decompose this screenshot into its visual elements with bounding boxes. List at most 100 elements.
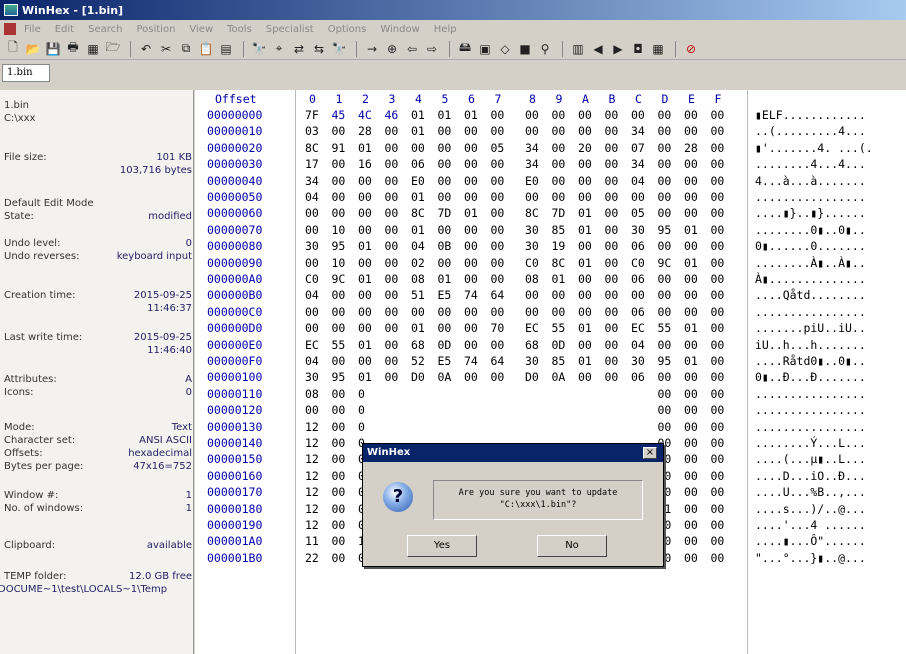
text-cell[interactable]: ....(...µ▮..L...	[755, 452, 866, 466]
text-cell[interactable]: ....▮...Ô"......	[755, 534, 866, 548]
hex-byte[interactable]: 12	[305, 502, 323, 516]
hex-byte[interactable]: 51	[411, 288, 429, 302]
hex-byte[interactable]: 00	[464, 370, 482, 384]
hex-byte[interactable]: 00	[711, 551, 729, 565]
hex-byte[interactable]: 01	[358, 338, 376, 352]
hex-byte[interactable]: 00	[605, 141, 623, 155]
hex-byte[interactable]: 06	[411, 157, 429, 171]
hex-byte[interactable]: 00	[464, 157, 482, 171]
text-cell[interactable]: ....Qåtd........	[755, 288, 866, 302]
hex-byte[interactable]: 00	[605, 190, 623, 204]
hex-byte[interactable]: 06	[631, 272, 649, 286]
hex-byte[interactable]: 00	[684, 420, 702, 434]
hex-row[interactable]: 00000100 30 95 01 00 D0 0A 00 00 D0 0A 00 00 06 00 00 00…	[195, 370, 906, 386]
hex-byte[interactable]: 00	[385, 206, 403, 220]
hex-byte[interactable]: 01	[578, 256, 596, 270]
hex-byte[interactable]: 08	[525, 272, 543, 286]
hex-byte[interactable]: 00	[385, 157, 403, 171]
menu-edit[interactable]: Edit	[55, 24, 74, 35]
hex-byte[interactable]: 00	[491, 108, 509, 122]
hex-byte[interactable]: 00	[464, 141, 482, 155]
hex-byte[interactable]: 00	[491, 157, 509, 171]
hex-byte[interactable]: 00	[711, 256, 729, 270]
hex-byte[interactable]: D0	[411, 370, 429, 384]
hex-byte[interactable]: 01	[578, 223, 596, 237]
hex-byte[interactable]: 00	[658, 403, 676, 417]
data-interpreter-icon[interactable]: ◇	[496, 40, 514, 58]
menu-position[interactable]: Position	[136, 24, 175, 35]
hex-byte[interactable]: 85	[552, 354, 570, 368]
back-icon[interactable]: ⇦	[403, 40, 421, 58]
prev-icon[interactable]: ◀	[589, 40, 607, 58]
text-cell[interactable]: ....'...4 ......	[755, 518, 866, 532]
hex-byte[interactable]: 00	[385, 321, 403, 335]
replace-hex-icon[interactable]: ⇆	[310, 40, 328, 58]
hex-byte[interactable]: 00	[464, 256, 482, 270]
document-icon[interactable]	[4, 23, 16, 35]
hex-byte[interactable]: EC	[631, 321, 649, 335]
hex-byte[interactable]: 00	[332, 436, 350, 450]
hex-byte[interactable]: 00	[552, 157, 570, 171]
text-cell[interactable]: ................	[755, 387, 866, 401]
snapshot-icon[interactable]: ◘	[629, 40, 647, 58]
hex-byte[interactable]: 00	[491, 370, 509, 384]
hex-byte[interactable]: 46	[385, 108, 403, 122]
hex-byte[interactable]: E5	[438, 354, 456, 368]
hex-byte[interactable]: E0	[525, 174, 543, 188]
menu-options[interactable]: Options	[328, 24, 367, 35]
hex-byte[interactable]: 00	[684, 370, 702, 384]
hex-byte[interactable]: 00	[332, 469, 350, 483]
hex-byte[interactable]: 00	[305, 321, 323, 335]
hex-byte[interactable]: 00	[658, 420, 676, 434]
hex-byte[interactable]: 9C	[332, 272, 350, 286]
replace-text-icon[interactable]: ⇄	[290, 40, 308, 58]
layout-icon[interactable]: ▦	[649, 40, 667, 58]
menu-window[interactable]: Window	[380, 24, 419, 35]
hex-byte[interactable]: 00	[684, 387, 702, 401]
cut-icon[interactable]: ✂	[157, 40, 175, 58]
hex-byte[interactable]: 00	[658, 174, 676, 188]
ram-editor-icon[interactable]: ▣	[476, 40, 494, 58]
hex-byte[interactable]: 30	[631, 354, 649, 368]
hex-byte[interactable]: 00	[578, 190, 596, 204]
text-cell[interactable]: ....U...%B..,...	[755, 485, 866, 499]
hex-byte[interactable]: 00	[438, 223, 456, 237]
text-cell[interactable]: .......piU..iU..	[755, 321, 866, 335]
hex-byte[interactable]: 00	[552, 108, 570, 122]
hex-byte[interactable]: 00	[684, 288, 702, 302]
hex-byte[interactable]: 00	[605, 174, 623, 188]
hex-byte[interactable]: 74	[464, 288, 482, 302]
hex-byte[interactable]: 01	[684, 223, 702, 237]
hex-byte[interactable]: 08	[411, 272, 429, 286]
new-file-icon[interactable]: 🗋	[4, 40, 22, 58]
hex-byte[interactable]: 00	[385, 272, 403, 286]
hex-byte[interactable]: 00	[438, 174, 456, 188]
hex-byte[interactable]: 00	[552, 141, 570, 155]
hex-row[interactable]: 00000080 30 95 01 00 04 0B 00 00 30 19 00 00 06 00 00 00…	[195, 239, 906, 255]
hex-byte[interactable]: 00	[605, 272, 623, 286]
hex-byte[interactable]: C0	[305, 272, 323, 286]
hex-byte[interactable]: 68	[525, 338, 543, 352]
hex-byte[interactable]: 01	[438, 108, 456, 122]
hex-byte[interactable]: 91	[332, 141, 350, 155]
hex-byte[interactable]: 00	[631, 108, 649, 122]
hex-byte[interactable]: C0	[631, 256, 649, 270]
hex-byte[interactable]: 00	[305, 403, 323, 417]
hex-byte[interactable]: 06	[631, 305, 649, 319]
hex-byte[interactable]: 00	[438, 305, 456, 319]
hex-byte[interactable]: 01	[464, 206, 482, 220]
hex-byte[interactable]: 00	[525, 190, 543, 204]
hex-byte[interactable]: 00	[464, 305, 482, 319]
hex-byte[interactable]: 00	[438, 321, 456, 335]
hex-byte[interactable]: 12	[305, 420, 323, 434]
hex-byte[interactable]: 00	[684, 305, 702, 319]
hex-byte[interactable]: 00	[385, 338, 403, 352]
hex-byte[interactable]: EC	[305, 338, 323, 352]
text-cell[interactable]: iU..h...h.......	[755, 338, 866, 352]
hex-byte[interactable]: 01	[411, 108, 429, 122]
hex-byte[interactable]: 00	[491, 124, 509, 138]
hex-byte[interactable]: 00	[684, 534, 702, 548]
text-cell[interactable]: 0▮..Ð...Ð.......	[755, 370, 866, 384]
hex-byte[interactable]: 00	[385, 174, 403, 188]
hex-byte[interactable]: 00	[684, 157, 702, 171]
